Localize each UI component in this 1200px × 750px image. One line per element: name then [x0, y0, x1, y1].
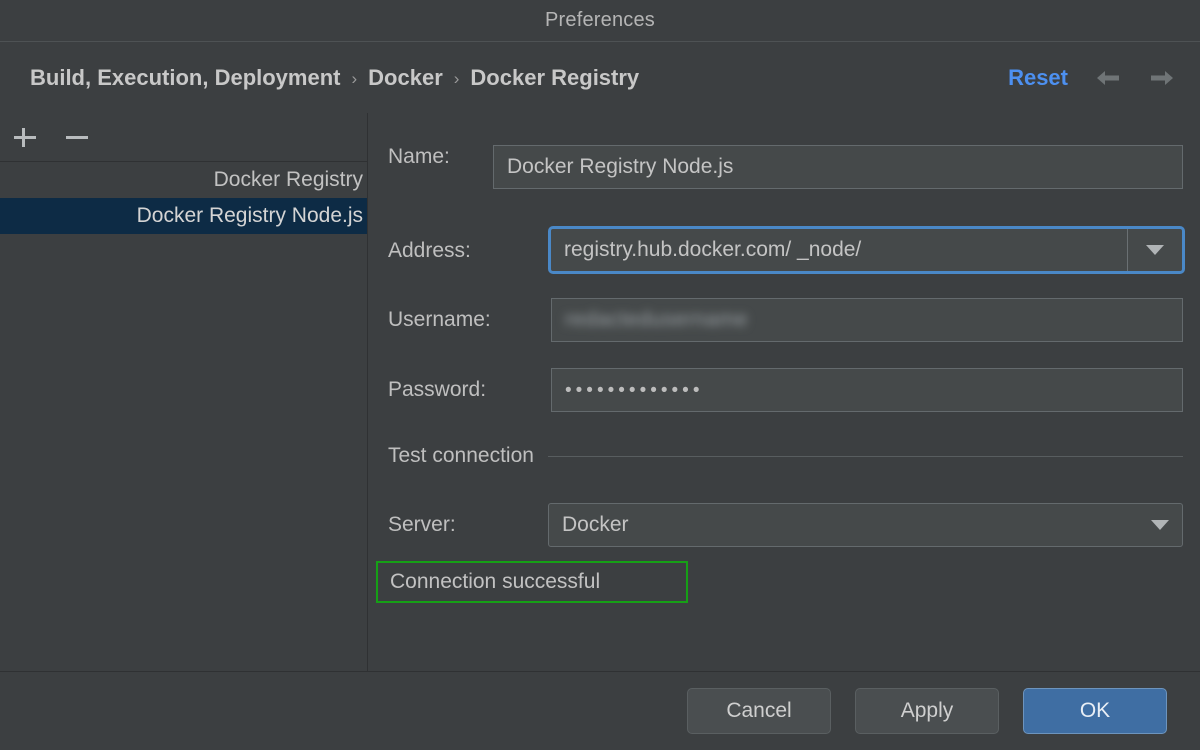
arrow-right-icon[interactable]: [1148, 64, 1176, 92]
password-input-value: •••••••••••••: [565, 379, 704, 401]
breadcrumb-separator-icon: ›: [351, 68, 358, 88]
list-item-docker-registry[interactable]: Docker Registry: [0, 162, 367, 198]
header-actions: Reset: [1008, 64, 1176, 92]
address-input-value: registry.hub.docker.com/ _node/: [564, 238, 862, 261]
username-input[interactable]: redactedusername: [551, 298, 1183, 342]
dialog-button-bar: Cancel Apply OK: [0, 671, 1200, 750]
breadcrumb: Build, Execution, Deployment › Docker › …: [30, 65, 639, 91]
address-field-row: Address:: [388, 227, 471, 275]
chevron-down-icon: [1146, 245, 1164, 255]
address-input[interactable]: registry.hub.docker.com/ _node/: [551, 229, 1128, 271]
server-dropdown-button[interactable]: [1138, 520, 1182, 530]
name-input-value: Docker Registry Node.js: [507, 155, 734, 178]
password-input[interactable]: •••••••••••••: [551, 368, 1183, 412]
breadcrumb-item-build-execution-deployment[interactable]: Build, Execution, Deployment: [30, 65, 340, 91]
connection-status-text: Connection successful: [390, 570, 601, 593]
address-combobox[interactable]: registry.hub.docker.com/ _node/: [548, 226, 1185, 274]
server-combobox[interactable]: Docker: [548, 503, 1183, 547]
arrow-left-icon[interactable]: [1094, 64, 1122, 92]
reset-button[interactable]: Reset: [1008, 65, 1068, 91]
username-field-row: Username:: [388, 298, 491, 342]
apply-button[interactable]: Apply: [855, 688, 999, 734]
remove-registry-button[interactable]: [64, 124, 90, 150]
name-label: Name:: [388, 145, 450, 168]
name-input[interactable]: Docker Registry Node.js: [493, 145, 1183, 189]
connection-status-highlight: Connection successful: [376, 561, 688, 603]
list-item-docker-registry-nodejs[interactable]: Docker Registry Node.js: [0, 198, 367, 234]
registry-list-panel: Docker Registry Docker Registry Node.js: [0, 113, 368, 671]
password-label: Password:: [388, 378, 487, 401]
section-divider: [547, 455, 1183, 457]
password-field-row: Password:: [388, 368, 486, 412]
username-label: Username:: [388, 308, 491, 331]
breadcrumb-item-docker[interactable]: Docker: [368, 65, 443, 91]
chevron-down-icon: [1151, 520, 1169, 530]
title-bar: Preferences: [0, 0, 1200, 42]
registry-list: Docker Registry Docker Registry Node.js: [0, 162, 367, 234]
settings-header: Build, Execution, Deployment › Docker › …: [0, 43, 1200, 113]
list-item-label: Docker Registry: [213, 168, 363, 191]
username-input-value: redactedusername: [565, 308, 749, 331]
server-field-row: Server:: [388, 503, 456, 547]
server-label: Server:: [388, 513, 456, 536]
test-connection-section: Test connection: [388, 444, 1183, 468]
cancel-button[interactable]: Cancel: [687, 688, 831, 734]
breadcrumb-item-docker-registry[interactable]: Docker Registry: [470, 65, 639, 91]
window-title: Preferences: [544, 9, 656, 31]
registry-list-toolbar: [0, 113, 367, 162]
name-field-row: Name:: [388, 145, 493, 169]
test-connection-title: Test connection: [388, 444, 534, 467]
preferences-dialog: Preferences Build, Execution, Deployment…: [0, 0, 1200, 750]
address-label: Address:: [388, 239, 471, 262]
ok-button[interactable]: OK: [1023, 688, 1167, 734]
server-selected-value: Docker: [562, 513, 629, 536]
address-dropdown-button[interactable]: [1128, 229, 1182, 271]
breadcrumb-separator-icon: ›: [453, 68, 460, 88]
list-item-label: Docker Registry Node.js: [136, 204, 363, 227]
add-registry-button[interactable]: [12, 124, 38, 150]
